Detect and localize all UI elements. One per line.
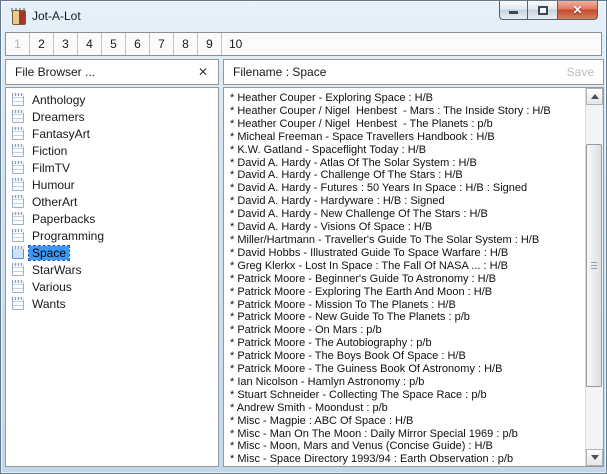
page-button-8[interactable]: 8 <box>174 33 198 55</box>
entry-line: * Stuart Schneider - Collecting The Spac… <box>230 388 487 401</box>
document-icon <box>12 212 24 225</box>
editor-panel: * Heather Couper - Exploring Space : H/B… <box>223 87 604 467</box>
entry-line: * Misc - Magpie : ABC Of Space : H/B <box>230 414 414 427</box>
document-icon <box>12 280 24 293</box>
file-browser-close-icon[interactable]: ✕ <box>197 65 209 79</box>
page-button-10[interactable]: 10 <box>222 33 253 55</box>
entry-line: * David Hobbs - Illustrated Guide To Spa… <box>230 246 509 259</box>
entry-line: * Patrick Moore - New Guide To The Plane… <box>230 311 470 324</box>
file-item-humour[interactable]: Humour <box>6 176 218 193</box>
entry-line: * Miller/Hartmann - Traveller's Guide To… <box>230 233 540 246</box>
document-icon <box>12 110 24 123</box>
page-button-2[interactable]: 2 <box>30 33 54 55</box>
app-window: Jot-A-Lot ✕ 1 2 3 4 5 6 7 8 9 10 File Br… <box>0 0 607 474</box>
entry-line: * David A. Hardy - Futures : 50 Years In… <box>230 182 528 195</box>
maximize-button[interactable] <box>528 1 557 20</box>
file-browser-header: File Browser ... ✕ <box>5 59 219 85</box>
file-item-wants[interactable]: Wants <box>6 295 218 312</box>
page-toolbar: 1 2 3 4 5 6 7 8 9 10 <box>5 32 602 56</box>
app-icon <box>10 7 26 25</box>
file-item-anthology[interactable]: Anthology <box>6 91 218 108</box>
entry-line: * Heather Couper / Nigel Henbest - The P… <box>230 117 493 130</box>
scroll-up-button[interactable] <box>586 88 603 105</box>
entry-line: * Patrick Moore - Beginner's Guide To As… <box>230 272 497 285</box>
file-item-filmtv[interactable]: FilmTV <box>6 159 218 176</box>
entry-line: * Andrew Smith - Moondust : p/b <box>230 401 388 414</box>
arrow-up-icon <box>590 94 599 99</box>
file-item-dreamers[interactable]: Dreamers <box>6 108 218 125</box>
file-item-fiction[interactable]: Fiction <box>6 142 218 159</box>
entry-line: * Patrick Moore - The Autobiography : p/… <box>230 337 432 350</box>
entry-line: * David A. Hardy - Visions Of Space : H/… <box>230 221 433 234</box>
window-controls: ✕ <box>499 1 598 20</box>
document-icon <box>12 195 24 208</box>
page-button-1[interactable]: 1 <box>6 33 30 55</box>
entry-line: * Patrick Moore - The Guiness Book Of As… <box>230 363 503 376</box>
file-item-various[interactable]: Various <box>6 278 218 295</box>
page-button-6[interactable]: 6 <box>126 33 150 55</box>
entry-line: * Ian Nicolson - Hamlyn Astronomy : p/b <box>230 375 425 388</box>
entry-line: * Misc - Man On The Moon : Daily Mirror … <box>230 427 518 440</box>
save-button[interactable]: Save <box>567 65 594 79</box>
file-item-starwars[interactable]: StarWars <box>6 261 218 278</box>
entry-line: * David A. Hardy - Hardyware : H/B : Sig… <box>230 195 445 208</box>
page-button-5[interactable]: 5 <box>102 33 126 55</box>
file-browser-title: File Browser ... <box>15 65 96 79</box>
file-item-fantasyart[interactable]: FantasyArt <box>6 125 218 142</box>
maximize-icon <box>537 5 548 15</box>
close-icon: ✕ <box>572 3 583 17</box>
editor-text-area[interactable]: * Heather Couper - Exploring Space : H/B… <box>224 88 586 466</box>
document-icon <box>12 229 24 242</box>
page-button-9[interactable]: 9 <box>198 33 222 55</box>
entry-line: * David A. Hardy - New Challenge Of The … <box>230 208 488 221</box>
window-title: Jot-A-Lot <box>32 8 81 23</box>
editor-title: Filename : Space <box>233 65 327 79</box>
editor-header: Filename : Space Save <box>223 59 604 85</box>
page-button-7[interactable]: 7 <box>150 33 174 55</box>
entry-line: * David A. Hardy - Atlas Of The Solar Sy… <box>230 156 477 169</box>
entry-line: * Greg Klerkx - Lost In Space : The Fall… <box>230 259 508 272</box>
entry-line: * Misc - Space Directory 1993/94 : Earth… <box>230 453 514 466</box>
entry-line: * Heather Couper - Exploring Space : H/B <box>230 92 433 104</box>
file-item-paperbacks[interactable]: Paperbacks <box>6 210 218 227</box>
document-icon <box>12 144 24 157</box>
app-icon-pad <box>12 9 26 25</box>
scrollbar-thumb[interactable] <box>586 144 602 387</box>
entry-line: * Patrick Moore - On Mars : p/b <box>230 324 382 337</box>
entry-line: * Patrick Moore - Mission To The Planets… <box>230 298 456 311</box>
close-button[interactable]: ✕ <box>557 1 598 20</box>
file-item-space[interactable]: Space <box>6 244 218 261</box>
file-browser-list: Anthology Dreamers FantasyArt Fiction Fi… <box>5 87 219 467</box>
vertical-scrollbar[interactable] <box>585 88 603 466</box>
document-icon <box>12 127 24 140</box>
entry-line: * Misc - Moon, Mars and Venus (Concise G… <box>230 440 493 453</box>
entry-line: * Patrick Moore - Exploring The Earth An… <box>230 285 493 298</box>
entry-line: * Micheal Freeman - Space Travellers Han… <box>230 130 495 143</box>
file-item-programming[interactable]: Programming <box>6 227 218 244</box>
document-icon <box>12 297 24 310</box>
entry-line: * K.W. Gatland - Spaceflight Today : H/B <box>230 143 427 156</box>
document-icon <box>12 246 24 259</box>
document-icon <box>12 161 24 174</box>
entry-line: * Patrick Moore - The Boys Book Of Space… <box>230 350 466 363</box>
page-button-4[interactable]: 4 <box>78 33 102 55</box>
entry-line: * Heather Couper / Nigel Henbest - Mars … <box>230 104 551 117</box>
document-icon <box>12 263 24 276</box>
scroll-down-button[interactable] <box>586 449 603 466</box>
minimize-button[interactable] <box>499 1 528 20</box>
file-item-otherart[interactable]: OtherArt <box>6 193 218 210</box>
entry-line: * David A. Hardy - Challenge Of The Star… <box>230 169 463 182</box>
arrow-down-icon <box>590 455 599 460</box>
document-icon <box>12 178 24 191</box>
minimize-icon <box>509 10 518 14</box>
document-icon <box>12 93 24 106</box>
page-button-3[interactable]: 3 <box>54 33 78 55</box>
